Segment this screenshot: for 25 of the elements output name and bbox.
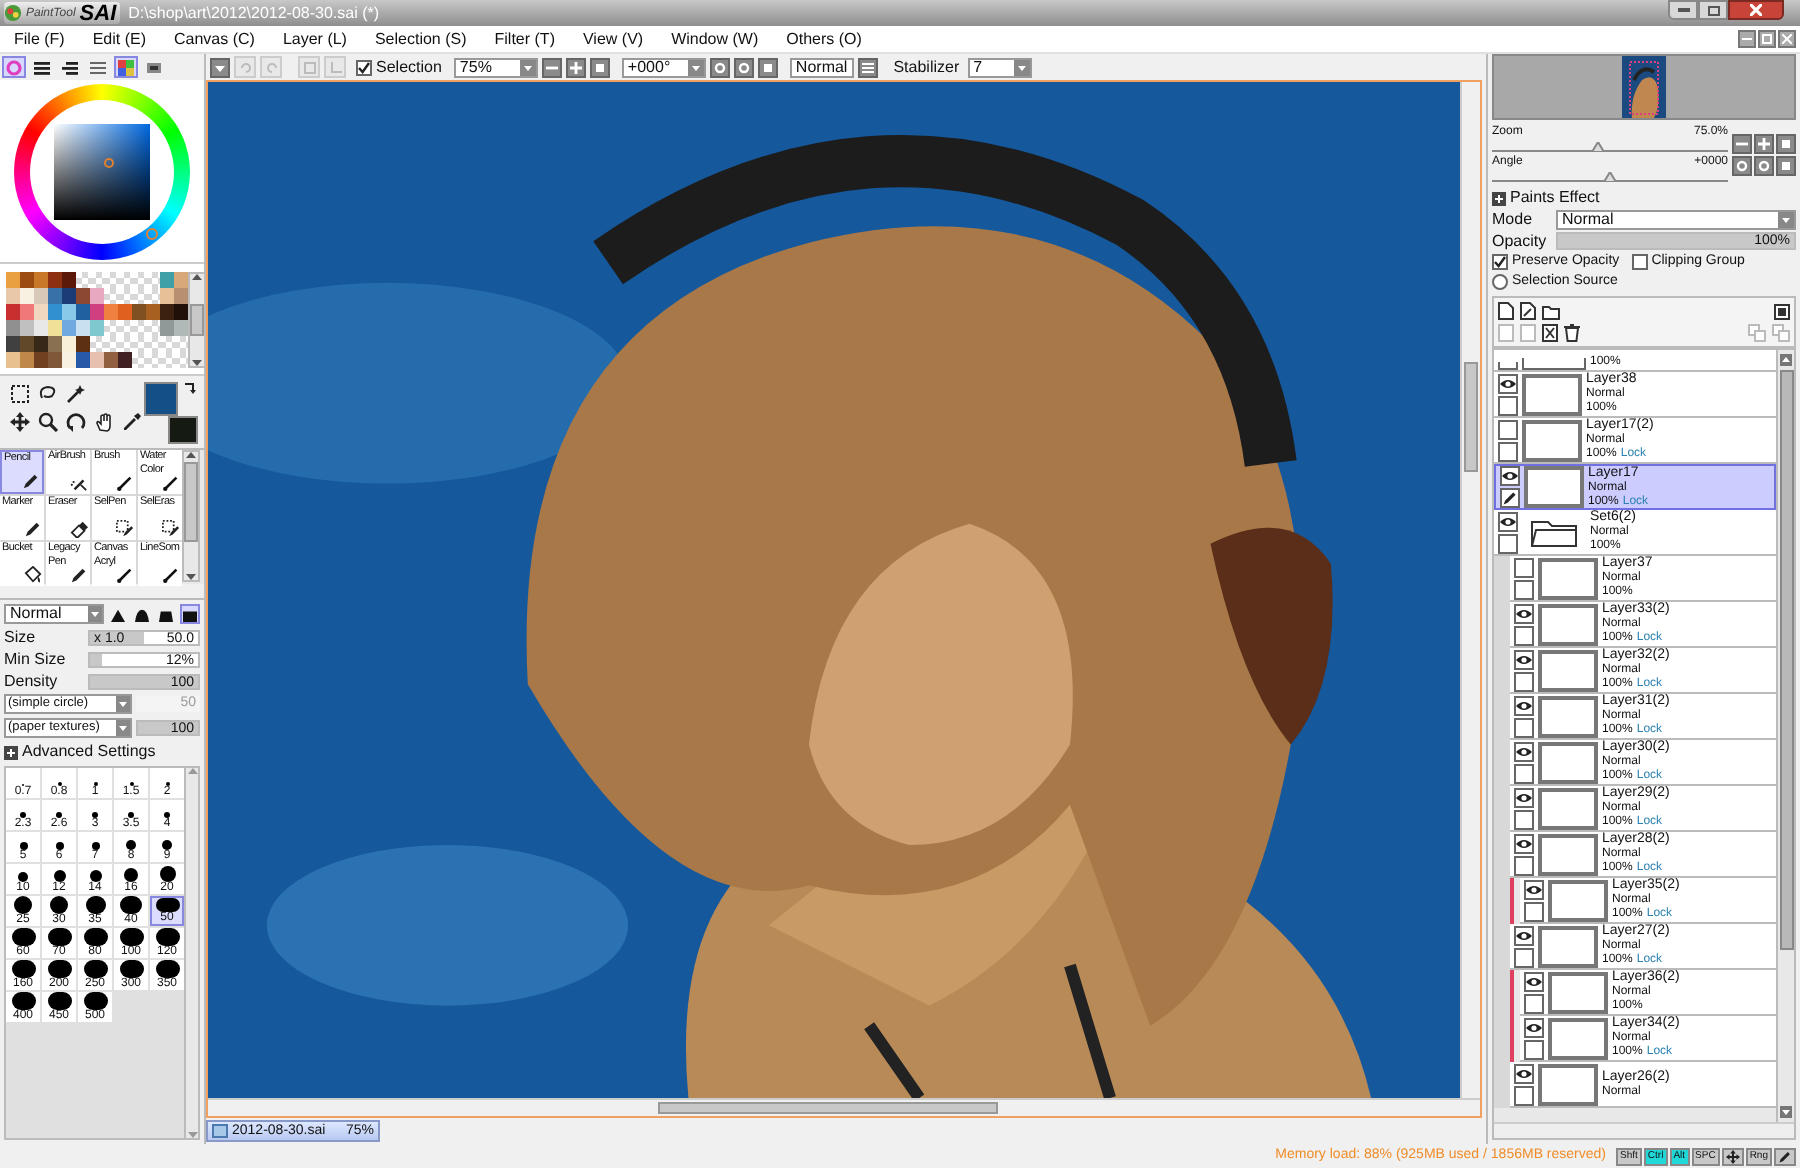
menu-item[interactable]: Edit (E): [78, 29, 160, 49]
menu-item[interactable]: Others (O): [772, 29, 876, 49]
slider-label: Min Size: [4, 649, 68, 669]
field-label: Opacity: [1492, 231, 1549, 251]
stabilizer-label: Stabilizer: [893, 57, 960, 77]
slider-label: Size: [4, 627, 38, 647]
checkbox-label: Selection: [376, 57, 442, 77]
zoom-dropdown[interactable]: 75%: [453, 57, 538, 77]
menu-item[interactable]: Filter (T): [480, 29, 569, 49]
menu-item[interactable]: View (V): [568, 29, 658, 49]
section-header[interactable]: Paints Effect: [1510, 188, 1600, 208]
menu-item[interactable]: Canvas (C): [160, 29, 269, 49]
menu-item[interactable]: Layer (L): [268, 29, 361, 49]
blend-mode-dropdown[interactable]: Normal: [4, 604, 104, 624]
blend-mode-dropdown[interactable]: Normal: [1556, 209, 1796, 229]
menu-item[interactable]: File (F): [0, 29, 79, 49]
menu-item[interactable]: Window (W): [657, 29, 773, 49]
slider-label: Density: [4, 671, 60, 691]
field-label: Mode: [1492, 209, 1535, 229]
angle-dropdown[interactable]: +000°: [621, 57, 706, 77]
window-title: D:\shop\art\2012\2012-08-30.sai (*): [128, 3, 380, 23]
view-mode-button[interactable]: Normal: [789, 57, 854, 77]
menu-item[interactable]: Selection (S): [360, 29, 481, 49]
stabilizer-dropdown[interactable]: 7: [967, 57, 1032, 77]
section-header[interactable]: Advanced Settings: [22, 742, 156, 762]
